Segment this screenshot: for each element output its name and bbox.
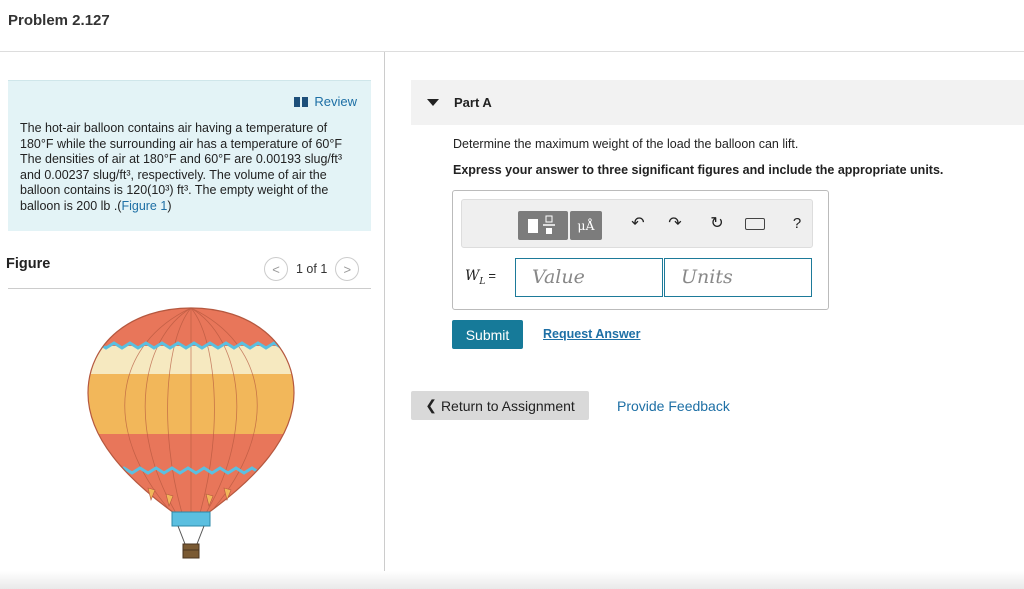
figure-navigation: < 1 of 1 >: [264, 257, 360, 281]
balloon-skirt: [171, 511, 211, 527]
part-a-header[interactable]: Part A: [411, 80, 1024, 125]
basket: [182, 543, 200, 559]
return-label: Return to Assignment: [440, 397, 575, 414]
instruction-text: Express your answer to three significant…: [453, 163, 944, 177]
basket-ropes: [177, 525, 205, 545]
provide-feedback-link[interactable]: Provide Feedback: [617, 398, 730, 414]
review-label: Review: [314, 94, 357, 109]
figure-counter: 1 of 1: [296, 262, 328, 276]
collapse-caret-icon[interactable]: [427, 99, 439, 106]
variable-symbol: W: [465, 268, 480, 284]
hot-air-balloon-figure: [87, 307, 295, 559]
fraction-template-icon: [528, 215, 555, 234]
return-to-assignment-button[interactable]: ❮ Return to Assignment: [411, 391, 589, 420]
answer-input-area: μÅ ↶ ↷ ↻ ? WL = Value Units: [452, 190, 829, 310]
units-input[interactable]: Units: [664, 258, 812, 297]
next-figure-button[interactable]: >: [335, 257, 360, 281]
request-answer-link[interactable]: Request Answer: [543, 327, 640, 341]
units-template-button[interactable]: μÅ: [570, 211, 602, 240]
problem-statement-panel: Review The hot-air balloon contains air …: [8, 80, 371, 231]
submit-button[interactable]: Submit: [452, 320, 523, 349]
equals-sign: =: [488, 268, 496, 283]
figure-divider: [8, 288, 371, 289]
book-icon: [294, 96, 309, 107]
redo-icon[interactable]: ↷: [664, 214, 686, 234]
page-title: Problem 2.127: [8, 12, 110, 29]
problem-text-end: ): [167, 198, 172, 213]
figure-heading: Figure: [6, 256, 51, 272]
chevron-left-icon: ❮: [425, 397, 437, 413]
figure-link[interactable]: Figure 1: [121, 199, 167, 213]
value-input[interactable]: Value: [515, 258, 663, 297]
answer-variable-label: WL =: [465, 268, 496, 287]
problem-text-main: The hot-air balloon contains air having …: [20, 121, 342, 213]
part-title: Part A: [454, 95, 492, 110]
help-button[interactable]: ?: [786, 214, 808, 234]
variable-subscript: L: [479, 276, 486, 287]
math-toolbar: μÅ ↶ ↷ ↻ ?: [461, 199, 813, 248]
review-link[interactable]: Review: [294, 94, 357, 109]
header-divider: [0, 51, 1024, 52]
problem-text: The hot-air balloon contains air having …: [20, 121, 360, 214]
fraction-template-button[interactable]: [518, 211, 568, 240]
previous-figure-button[interactable]: <: [264, 257, 288, 281]
panel-divider: [384, 52, 385, 589]
undo-icon[interactable]: ↶: [627, 214, 649, 234]
reset-icon[interactable]: ↻: [706, 214, 728, 234]
keyboard-icon[interactable]: [745, 218, 765, 230]
bottom-shadow: [0, 571, 1024, 589]
question-text: Determine the maximum weight of the load…: [453, 137, 799, 151]
